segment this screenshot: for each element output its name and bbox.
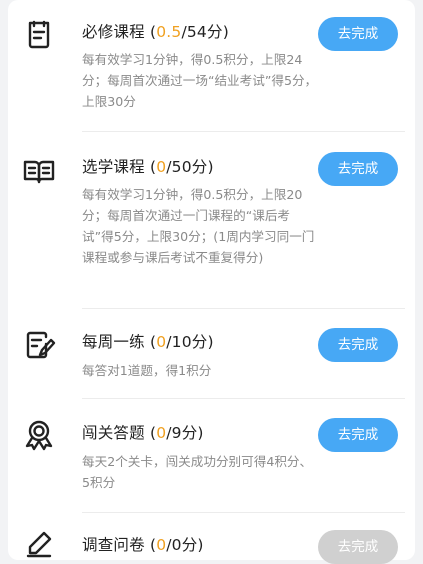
award-ribbon-icon	[22, 418, 56, 452]
pen-icon	[22, 528, 56, 562]
checklist-icon	[22, 18, 56, 52]
edit-document-icon	[22, 328, 56, 362]
task-description: 每有效学习1分钟，得0.5积分，上限20分；每周首次通过一门课程的“课后考试”得…	[82, 187, 315, 265]
task-title: 闯关答题 (0/9分)	[82, 424, 204, 442]
task-title: 选学课程 (0/50分)	[82, 158, 214, 176]
complete-button-challenge-quiz[interactable]: 去完成	[318, 418, 398, 452]
task-title: 必修课程 (0.5/54分)	[82, 23, 229, 41]
task-description: 每天2个关卡，闯关成功分别可得4积分、5积分	[82, 454, 313, 490]
task-description: 每有效学习1分钟，得0.5积分，上限24分；每周首次通过一场“结业考试”得5分，…	[82, 52, 318, 109]
complete-button-survey[interactable]: 去完成	[318, 530, 398, 564]
divider	[82, 131, 405, 132]
complete-button-required-course[interactable]: 去完成	[318, 17, 398, 51]
complete-button-elective-course[interactable]: 去完成	[318, 152, 398, 186]
open-book-icon	[22, 154, 56, 188]
divider	[82, 308, 405, 309]
task-list-card: 必修课程 (0.5/54分) 每有效学习1分钟，得0.5积分，上限24分；每周首…	[8, 0, 415, 564]
task-title: 每周一练 (0/10分)	[82, 333, 214, 351]
divider	[82, 398, 405, 399]
task-description: 每答对1道题，得1积分	[82, 363, 212, 378]
divider	[82, 512, 405, 513]
complete-button-weekly-practice[interactable]: 去完成	[318, 328, 398, 362]
task-title: 调查问卷 (0/0分)	[82, 536, 204, 554]
